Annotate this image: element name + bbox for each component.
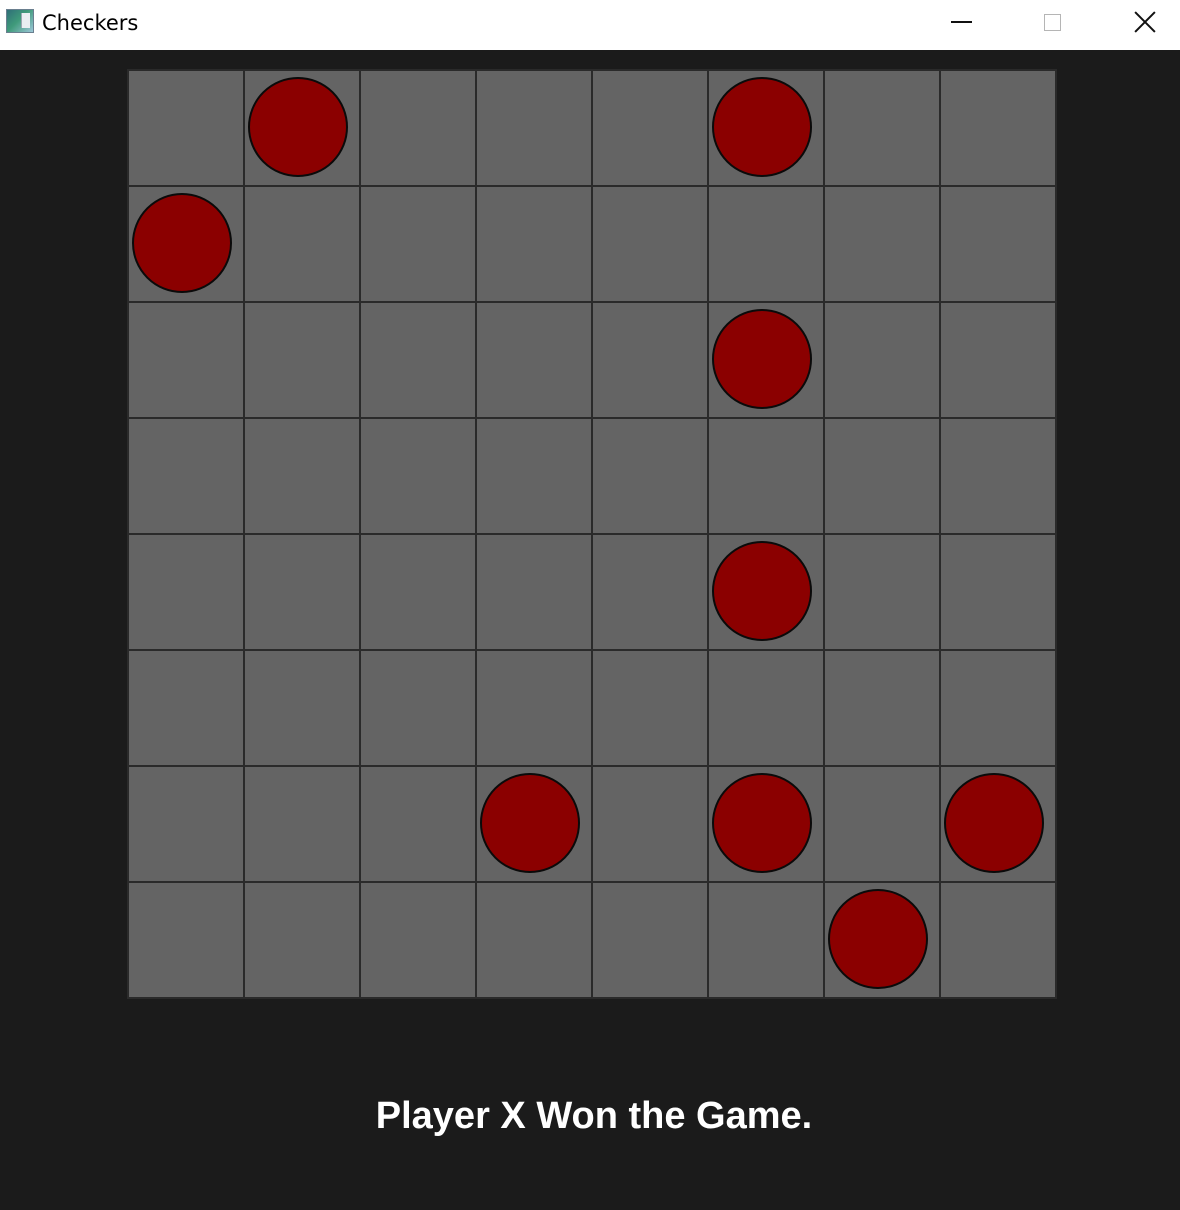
checkers-window: Checkers Player X Won the Game. (0, 0, 1180, 1210)
board-square[interactable] (127, 881, 243, 997)
board-square[interactable] (127, 533, 243, 649)
checker-piece[interactable] (712, 773, 812, 873)
board-square[interactable] (591, 533, 707, 649)
board-square[interactable] (939, 649, 1055, 765)
board-square[interactable] (591, 881, 707, 997)
board-square[interactable] (823, 301, 939, 417)
title-bar[interactable]: Checkers (0, 0, 1180, 50)
board-square[interactable] (359, 881, 475, 997)
board-square[interactable] (707, 765, 823, 881)
board-square[interactable] (243, 185, 359, 301)
minimize-icon (950, 21, 972, 23)
checker-piece[interactable] (712, 309, 812, 409)
board-square[interactable] (475, 765, 591, 881)
maximize-icon (1043, 13, 1061, 31)
board-square[interactable] (707, 417, 823, 533)
board-square[interactable] (359, 301, 475, 417)
board-square[interactable] (591, 765, 707, 881)
minimize-button[interactable] (915, 0, 1007, 44)
board-square[interactable] (359, 417, 475, 533)
board-square[interactable] (127, 649, 243, 765)
board-square[interactable] (591, 69, 707, 185)
board-square[interactable] (707, 185, 823, 301)
board-square[interactable] (127, 69, 243, 185)
maximize-button[interactable] (1006, 0, 1098, 44)
board-square[interactable] (127, 301, 243, 417)
board-square[interactable] (591, 301, 707, 417)
board-square[interactable] (823, 533, 939, 649)
board-square[interactable] (243, 881, 359, 997)
board-square[interactable] (939, 69, 1055, 185)
board-square[interactable] (939, 533, 1055, 649)
checker-piece[interactable] (712, 541, 812, 641)
app-icon (6, 9, 34, 33)
game-status-message: Player X Won the Game. (375, 1095, 813, 1137)
checker-piece[interactable] (828, 889, 928, 989)
window-title: Checkers (42, 11, 139, 35)
board-square[interactable] (591, 649, 707, 765)
board-square[interactable] (823, 69, 939, 185)
board-square[interactable] (591, 417, 707, 533)
board-square[interactable] (127, 185, 243, 301)
board-square[interactable] (475, 881, 591, 997)
board-square[interactable] (939, 301, 1055, 417)
close-button[interactable] (1099, 0, 1180, 44)
board-square[interactable] (707, 69, 823, 185)
board-square[interactable] (475, 69, 591, 185)
board-square[interactable] (475, 185, 591, 301)
board-square[interactable] (823, 881, 939, 997)
board-square[interactable] (475, 533, 591, 649)
board-square[interactable] (707, 533, 823, 649)
board-square[interactable] (359, 69, 475, 185)
board-square[interactable] (939, 881, 1055, 997)
board-square[interactable] (475, 649, 591, 765)
board-square[interactable] (475, 417, 591, 533)
board-square[interactable] (939, 185, 1055, 301)
board-square[interactable] (243, 69, 359, 185)
board-square[interactable] (243, 649, 359, 765)
board-square[interactable] (707, 649, 823, 765)
board-square[interactable] (475, 301, 591, 417)
board-square[interactable] (823, 649, 939, 765)
checker-piece[interactable] (944, 773, 1044, 873)
checkers-board (127, 69, 1057, 999)
checker-piece[interactable] (132, 193, 232, 293)
board-square[interactable] (591, 185, 707, 301)
board-square[interactable] (823, 185, 939, 301)
board-square[interactable] (707, 301, 823, 417)
board-square[interactable] (127, 765, 243, 881)
checker-piece[interactable] (480, 773, 580, 873)
checker-piece[interactable] (712, 77, 812, 177)
board-square[interactable] (243, 301, 359, 417)
board-square[interactable] (127, 417, 243, 533)
board-square[interactable] (939, 765, 1055, 881)
board-square[interactable] (243, 533, 359, 649)
board-square[interactable] (243, 765, 359, 881)
board-square[interactable] (359, 185, 475, 301)
board-square[interactable] (243, 417, 359, 533)
checker-piece[interactable] (248, 77, 348, 177)
board-square[interactable] (359, 649, 475, 765)
board-square[interactable] (939, 417, 1055, 533)
board-square[interactable] (359, 533, 475, 649)
board-square[interactable] (359, 765, 475, 881)
close-icon (1134, 11, 1156, 33)
board-square[interactable] (823, 765, 939, 881)
board-square[interactable] (707, 881, 823, 997)
board-square[interactable] (823, 417, 939, 533)
